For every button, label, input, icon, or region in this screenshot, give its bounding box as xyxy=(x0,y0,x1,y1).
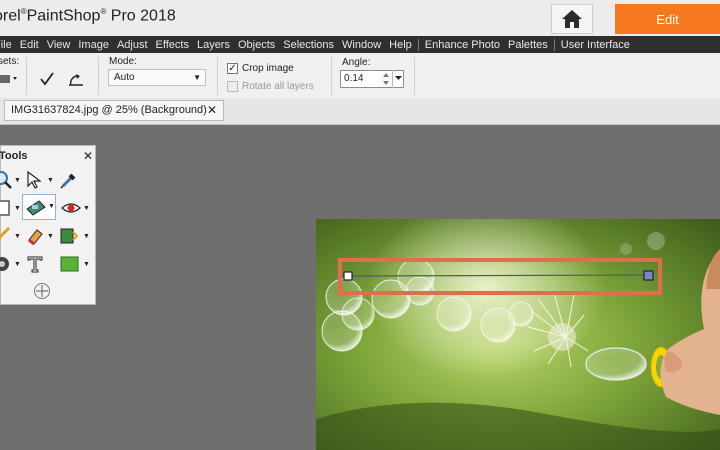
zoom-tool[interactable] xyxy=(0,170,13,190)
redeye-tool[interactable] xyxy=(61,198,81,218)
dropper-icon xyxy=(60,173,76,189)
document-tab-title: IMG31637824.jpg @ 25% (Background) xyxy=(11,104,207,116)
chevron-down-icon: ▼ xyxy=(48,203,55,210)
apply-button[interactable] xyxy=(38,70,56,88)
menu-help[interactable]: Help xyxy=(385,39,416,51)
menu-separator xyxy=(417,38,419,51)
dropper-tool[interactable] xyxy=(59,170,79,190)
chevron-down-icon xyxy=(395,76,402,80)
presets-dropdown[interactable] xyxy=(0,72,20,86)
text-tool[interactable] xyxy=(25,254,45,274)
zoom-icon xyxy=(0,171,12,189)
photo-bubbles-image xyxy=(316,219,720,450)
eraser-tool[interactable] xyxy=(25,226,45,246)
move-icon xyxy=(34,283,50,299)
angle-dropdown[interactable] xyxy=(392,70,404,88)
redeye-icon xyxy=(61,203,81,213)
pick-tool[interactable] xyxy=(25,170,45,190)
edit-workspace-button[interactable]: Edit xyxy=(615,4,720,34)
menu-edit[interactable]: Edit xyxy=(16,39,43,51)
straighten-tool-icon xyxy=(26,200,46,216)
tools-palette: Tools ✕ ▼ ▼ ▼ ▼ ▼ ▼ ▼ ▼ ▼ ▼ xyxy=(0,145,96,305)
menu-effects[interactable]: Effects xyxy=(152,39,193,51)
shape-tool[interactable] xyxy=(59,254,81,274)
preset-icon xyxy=(0,75,17,83)
options-divider xyxy=(98,57,99,95)
shape-icon xyxy=(60,256,79,272)
crop-image-checkbox[interactable]: ✓ xyxy=(227,63,238,74)
close-tab-icon[interactable]: ✕ xyxy=(207,103,217,117)
menu-image[interactable]: Image xyxy=(74,39,113,51)
checkmark-icon xyxy=(40,72,54,86)
pick-arrow-icon xyxy=(27,170,42,189)
menu-palettes[interactable]: Palettes xyxy=(504,39,552,51)
clone-tool[interactable] xyxy=(0,254,13,274)
mode-value: Auto xyxy=(114,72,135,83)
text-icon xyxy=(27,256,43,273)
rotate-all-layers-checkbox[interactable] xyxy=(227,81,238,92)
menu-user-interface[interactable]: User Interface xyxy=(557,39,634,51)
image-canvas[interactable] xyxy=(316,219,720,450)
paintbrush-icon xyxy=(0,226,11,240)
chevron-down-icon: ▼ xyxy=(47,233,54,240)
angle-value: 0.14 xyxy=(344,73,364,84)
options-divider xyxy=(331,57,332,95)
menu-adjust[interactable]: Adjust xyxy=(113,39,152,51)
clone-icon xyxy=(0,257,9,271)
selection-tool[interactable] xyxy=(0,198,13,218)
flood-fill-tool[interactable] xyxy=(59,226,79,246)
straighten-reset-button[interactable] xyxy=(66,70,86,88)
chevron-down-icon: ▼ xyxy=(83,205,90,212)
chevron-down-icon: ▼ xyxy=(14,261,21,268)
menu-selections[interactable]: Selections xyxy=(279,39,338,51)
straighten-tool-active[interactable]: ▼ xyxy=(22,194,56,220)
close-palette-icon[interactable]: ✕ xyxy=(83,149,93,163)
menu-bar: File Edit View Image Adjust Effects Laye… xyxy=(0,36,720,53)
angle-label: Angle: xyxy=(342,57,371,68)
straighten-icon xyxy=(69,74,83,86)
menu-objects[interactable]: Objects xyxy=(234,39,279,51)
chevron-down-icon: ▼ xyxy=(83,233,90,240)
document-tab[interactable]: IMG31637824.jpg @ 25% (Background) xyxy=(4,100,224,121)
flood-fill-icon xyxy=(60,228,79,244)
presets-label: sets: xyxy=(0,56,20,67)
tools-palette-title: Tools xyxy=(0,150,28,162)
chevron-down-icon: ▼ xyxy=(83,261,90,268)
chevron-down-icon: ▼ xyxy=(47,177,54,184)
paintbrush-tool[interactable] xyxy=(0,226,13,246)
mode-select[interactable]: Auto ▼ xyxy=(108,69,206,86)
home-icon xyxy=(562,10,582,28)
eraser-icon xyxy=(28,229,43,246)
angle-spinner[interactable] xyxy=(380,70,392,88)
menu-enhance-photo[interactable]: Enhance Photo xyxy=(421,39,504,51)
highlight-frame xyxy=(338,258,662,295)
options-divider xyxy=(414,57,415,95)
mode-label: Mode: xyxy=(109,56,137,67)
crop-image-label: Crop image xyxy=(242,63,294,74)
spinner-arrows-icon xyxy=(383,73,389,85)
menu-layers[interactable]: Layers xyxy=(193,39,234,51)
menu-window[interactable]: Window xyxy=(338,39,385,51)
home-button[interactable] xyxy=(551,4,593,34)
chevron-down-icon: ▼ xyxy=(14,233,21,240)
chevron-down-icon: ▼ xyxy=(14,177,21,184)
chevron-down-icon: ▼ xyxy=(193,73,201,82)
selection-icon xyxy=(0,200,10,216)
rotate-all-layers-label: Rotate all layers xyxy=(242,81,314,92)
app-title: orel®PaintShop® Pro 2018 xyxy=(0,7,176,25)
options-divider xyxy=(217,57,218,95)
move-palette-handle[interactable] xyxy=(33,282,53,302)
chevron-down-icon: ▼ xyxy=(14,205,21,212)
menu-file[interactable]: File xyxy=(0,39,16,51)
options-divider xyxy=(26,57,27,95)
menu-view[interactable]: View xyxy=(43,39,75,51)
menu-separator xyxy=(553,38,555,51)
